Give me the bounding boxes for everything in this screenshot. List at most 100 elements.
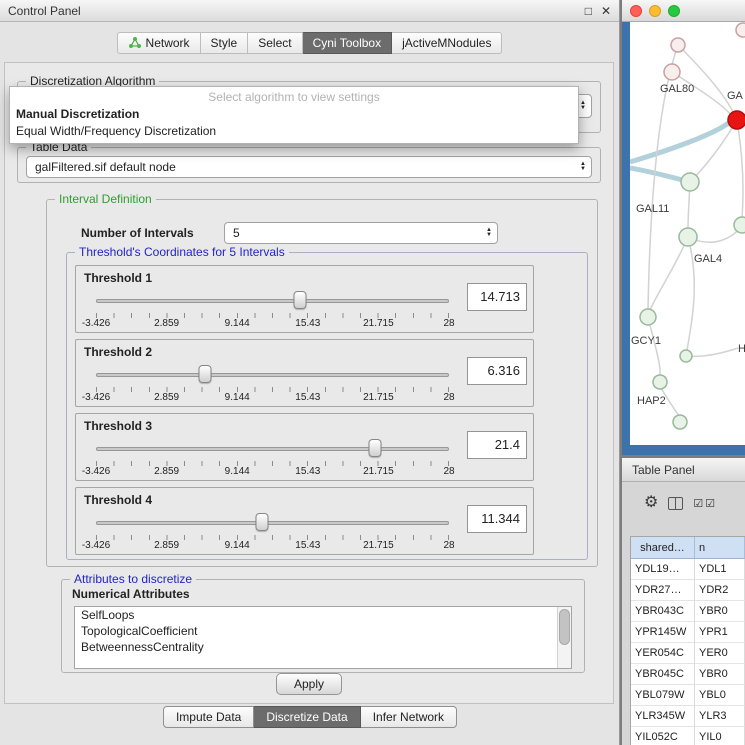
node[interactable]	[673, 415, 687, 429]
tab-infer-network[interactable]: Infer Network	[361, 706, 457, 728]
table-row[interactable]: YBR043C YBR0	[631, 601, 745, 622]
cell-name[interactable]: YLR3	[695, 706, 745, 727]
tab-impute-data[interactable]: Impute Data	[163, 706, 254, 728]
node[interactable]	[671, 38, 685, 52]
list-item-selfloops[interactable]: SelfLoops	[75, 607, 571, 623]
cell-name[interactable]: YER0	[695, 643, 745, 664]
table-row[interactable]: YDR27… YDR2	[631, 580, 745, 601]
numerical-attributes-list: SelfLoops TopologicalCoefficient Between…	[74, 606, 572, 669]
table-row[interactable]: YPR145W YPR1	[631, 622, 745, 643]
slider-handle[interactable]	[199, 365, 212, 383]
cell-shared-name[interactable]: YIL052C	[631, 727, 695, 745]
node-red-selected[interactable]	[728, 111, 745, 129]
node-gcy1[interactable]	[640, 309, 656, 325]
node-gal4[interactable]	[679, 228, 697, 246]
node-gal80[interactable]	[664, 64, 680, 80]
interval-definition-group: Interval Definition Number of Intervals …	[46, 199, 598, 567]
node-hap2[interactable]	[653, 375, 667, 389]
control-panel-window: Control Panel □ ✕ Network Style Select C…	[0, 0, 620, 745]
apply-button[interactable]: Apply	[276, 673, 342, 695]
node-label: HAP2	[637, 395, 666, 407]
column-header-shared-name[interactable]: shared…	[631, 537, 695, 559]
threshold-2-slider[interactable]: -3.4262.8599.14415.4321.71528	[96, 364, 449, 404]
cell-shared-name[interactable]: YDL19…	[631, 559, 695, 580]
slider-track[interactable]	[96, 299, 449, 303]
cell-name[interactable]: YIL0	[695, 727, 745, 745]
cell-shared-name[interactable]: YPR145W	[631, 622, 695, 643]
gear-icon[interactable]: ⚙	[644, 495, 658, 511]
columns-icon[interactable]	[668, 497, 683, 510]
slider-handle[interactable]	[293, 291, 306, 309]
cell-shared-name[interactable]: YBL079W	[631, 685, 695, 706]
table-row[interactable]: YER054C YER0	[631, 643, 745, 664]
tab-network[interactable]: Network	[117, 32, 201, 54]
threshold-1-value-field[interactable]: 14.713	[467, 283, 527, 311]
edge	[737, 120, 743, 218]
table-row[interactable]: YBR045C YBR0	[631, 664, 745, 685]
node[interactable]	[734, 217, 745, 233]
threshold-3-value-field[interactable]: 21.4	[467, 431, 527, 459]
slider-track[interactable]	[96, 521, 449, 525]
cell-name[interactable]: YBL0	[695, 685, 745, 706]
node-label: GAL4	[694, 253, 722, 265]
list-item-topologicalcoefficient[interactable]: TopologicalCoefficient	[75, 623, 571, 639]
tab-jactivemnodules[interactable]: jActiveMNodules	[392, 32, 502, 54]
network-window-titlebar[interactable]	[622, 0, 745, 22]
list-item-betweennesscentrality[interactable]: BetweennessCentrality	[75, 639, 571, 655]
threshold-4-value-field[interactable]: 11.344	[467, 505, 527, 533]
threshold-1-slider[interactable]: -3.4262.8599.14415.4321.71528	[96, 290, 449, 330]
node-gal11[interactable]	[681, 173, 699, 191]
cell-name[interactable]: YBR0	[695, 601, 745, 622]
cell-shared-name[interactable]: YBR043C	[631, 601, 695, 622]
table-data-select[interactable]: galFiltered.sif default node ▲▼	[26, 156, 592, 178]
table-row[interactable]: YBL079W YBL0	[631, 685, 745, 706]
threshold-3-slider[interactable]: -3.4262.8599.14415.4321.71528	[96, 438, 449, 478]
cell-shared-name[interactable]: YLR345W	[631, 706, 695, 727]
select-columns-checkboxes-icon[interactable]: ☑☑	[693, 497, 717, 510]
cell-name[interactable]: YDR2	[695, 580, 745, 601]
cell-name[interactable]: YBR0	[695, 664, 745, 685]
table-row[interactable]: YLR345W YLR3	[631, 706, 745, 727]
close-window-icon[interactable]: ✕	[601, 4, 611, 18]
top-tab-bar: Network Style Select Cyni Toolbox jActiv…	[0, 32, 619, 54]
node[interactable]	[736, 23, 745, 37]
network-canvas[interactable]: GAL80 GA GAL11 GAL4 GCY1 HAP2 H	[630, 22, 745, 445]
mac-close-button[interactable]	[630, 5, 642, 17]
list-scrollbar[interactable]	[557, 607, 571, 668]
node[interactable]	[680, 350, 692, 362]
dropdown-option-manual-discretization[interactable]: Manual Discretization	[10, 106, 578, 123]
threshold-panel-4: Threshold 4 -3.4262.8599.14415.4321.7152…	[75, 487, 534, 555]
slider-track[interactable]	[96, 373, 449, 377]
table-row[interactable]: YDL19… YDL1	[631, 559, 745, 580]
column-header-name[interactable]: n	[695, 537, 745, 559]
cell-shared-name[interactable]: YER054C	[631, 643, 695, 664]
mac-zoom-button[interactable]	[668, 5, 680, 17]
table-panel-titlebar[interactable]: Table Panel	[622, 458, 745, 482]
tab-select[interactable]: Select	[248, 32, 302, 54]
tab-style[interactable]: Style	[201, 32, 249, 54]
mac-minimize-button[interactable]	[649, 5, 661, 17]
threshold-2-value-field[interactable]: 6.316	[467, 357, 527, 385]
window-title: Control Panel	[8, 4, 576, 18]
tab-discretize-data[interactable]: Discretize Data	[254, 706, 360, 728]
control-panel-titlebar[interactable]: Control Panel □ ✕	[0, 0, 619, 22]
table-row[interactable]: YIL052C YIL0	[631, 727, 745, 745]
slider-scale-labels: -3.4262.8599.14415.4321.71528	[96, 392, 449, 404]
attributes-to-discretize-group: Attributes to discretize Numerical Attri…	[61, 579, 585, 673]
slider-handle[interactable]	[368, 439, 381, 457]
cell-shared-name[interactable]: YBR045C	[631, 664, 695, 685]
cell-shared-name[interactable]: YDR27…	[631, 580, 695, 601]
number-of-intervals-select[interactable]: 5 ▲▼	[224, 222, 498, 244]
interval-definition-group-label: Interval Definition	[55, 192, 156, 206]
slider-handle[interactable]	[255, 513, 268, 531]
threshold-4-slider[interactable]: -3.4262.8599.14415.4321.71528	[96, 512, 449, 552]
tab-cyni-toolbox[interactable]: Cyni Toolbox	[303, 32, 392, 54]
dropdown-option-equal-width-frequency[interactable]: Equal Width/Frequency Discretization	[10, 123, 578, 140]
slider-track[interactable]	[96, 447, 449, 451]
float-window-icon[interactable]: □	[585, 4, 592, 18]
cell-name[interactable]: YPR1	[695, 622, 745, 643]
node-label: GA	[727, 90, 744, 102]
table-header-row: shared… n	[631, 537, 745, 559]
cell-name[interactable]: YDL1	[695, 559, 745, 580]
list-scrollbar-thumb[interactable]	[559, 609, 570, 645]
